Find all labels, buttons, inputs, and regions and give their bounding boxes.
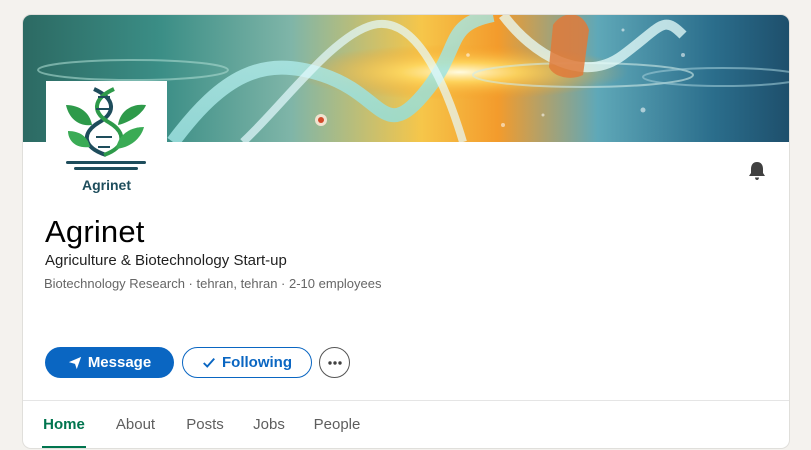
message-button[interactable]: Message [45, 347, 174, 378]
meta-separator: · [277, 276, 289, 291]
logo-wordmark: Agrinet [82, 177, 131, 193]
dna-leaf-icon [66, 87, 146, 170]
following-button[interactable]: Following [182, 347, 312, 378]
tab-about[interactable]: About [113, 401, 158, 448]
send-icon [68, 356, 82, 370]
tab-home[interactable]: Home [42, 401, 86, 448]
company-name: Agrinet [45, 214, 145, 249]
company-location: tehran, tehran [196, 276, 278, 291]
following-button-label: Following [222, 354, 292, 371]
bell-icon[interactable] [745, 159, 769, 183]
tab-jobs[interactable]: Jobs [252, 401, 286, 448]
meta-separator: · [184, 276, 197, 291]
company-size: 2-10 employees [289, 276, 382, 291]
company-meta: Biotechnology Research · tehran, tehran … [44, 276, 382, 291]
tab-posts[interactable]: Posts [186, 401, 224, 448]
company-page-card: Agrinet Agrinet Agriculture & Biotechnol… [23, 15, 789, 448]
message-button-label: Message [87, 354, 152, 371]
company-logo[interactable]: Agrinet [46, 81, 167, 202]
more-horizontal-icon [327, 360, 342, 365]
action-bar: Message Following [45, 347, 350, 378]
company-tagline: Agriculture & Biotechnology Start-up [45, 252, 287, 269]
tab-people[interactable]: People [312, 401, 362, 448]
page-tabs: Home About Posts Jobs People [23, 401, 789, 448]
check-icon [202, 356, 216, 370]
more-options-button[interactable] [319, 347, 350, 378]
company-industry: Biotechnology Research [44, 276, 185, 291]
